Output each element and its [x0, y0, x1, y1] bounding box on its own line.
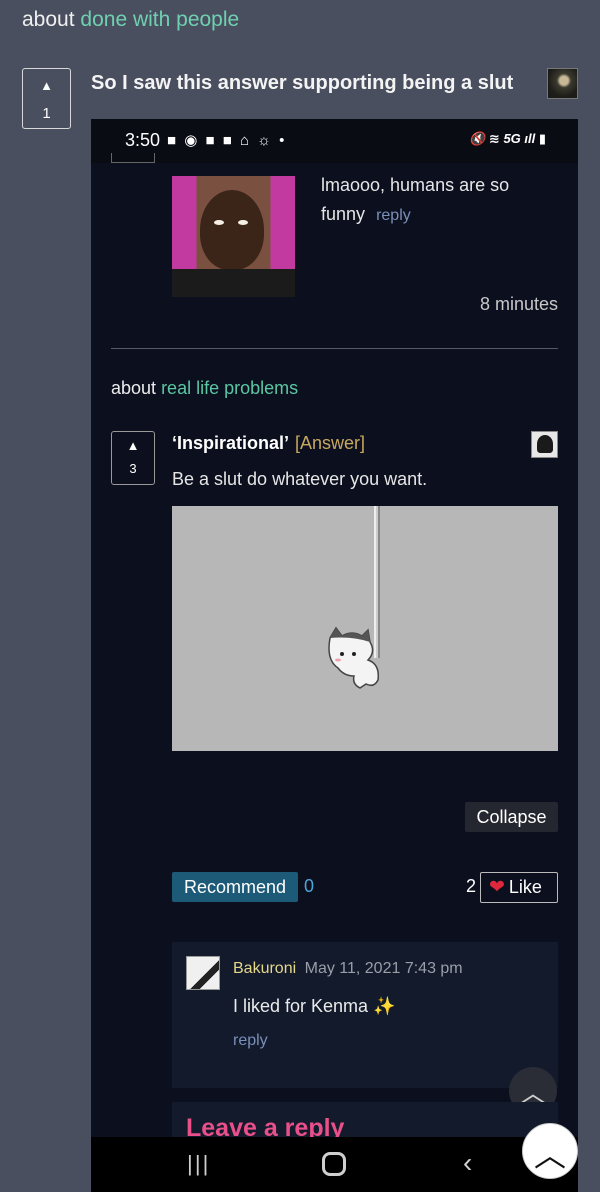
comment-reply-link[interactable]: reply — [376, 207, 411, 224]
divider — [111, 348, 558, 349]
like-label: Like — [508, 877, 542, 897]
meme-eye — [214, 220, 224, 225]
post-vote-box[interactable]: ▲ 1 — [22, 68, 71, 129]
network-label: 5G — [503, 131, 521, 146]
meme-image — [172, 176, 295, 297]
upvote-icon[interactable]: ▲ — [23, 78, 70, 93]
answer-author-avatar[interactable] — [531, 431, 558, 458]
recent-apps-icon[interactable]: | | | — [187, 1151, 208, 1177]
avatar-hair — [537, 435, 553, 453]
answer-topic-link[interactable]: real life problems — [161, 378, 298, 398]
signal-icons: 🔇 ≋ 5G ıll ▮ — [469, 131, 546, 146]
recommend-button[interactable]: Recommend — [172, 872, 298, 902]
notification-icons: ■ ◉ ■ ■ ⌂ ☼ • — [167, 132, 287, 149]
meme-face — [200, 190, 264, 270]
status-bar: 3:50 ■ ◉ ■ ■ ⌂ ☼ • 🔇 ≋ 5G ıll ▮ — [91, 119, 578, 163]
answer-title-text: ‘Inspirational’ — [172, 433, 290, 453]
answer-gif — [172, 506, 558, 751]
answer-vote-box[interactable]: ▲ 3 — [111, 431, 155, 485]
comment-text: lmaooo, humans are so funny reply — [321, 171, 541, 230]
collapse-button[interactable]: Collapse — [465, 802, 558, 832]
topic-line: about done with people — [22, 8, 239, 32]
reply-body: I liked for Kenma — [233, 996, 369, 1016]
meme-eye — [238, 220, 248, 225]
answer-body: Be a slut do whatever you want. — [172, 469, 428, 489]
reply-card: Bakuroni May 11, 2021 7:43 pm I liked fo… — [172, 942, 558, 1088]
scroll-to-top-icon[interactable]: ︿ — [522, 1123, 578, 1179]
author-avatar[interactable] — [547, 68, 578, 99]
meme-shirt — [172, 269, 295, 297]
post-vote-count: 1 — [42, 105, 51, 122]
reply-author-avatar[interactable] — [186, 956, 220, 990]
comment-time: 8 minutes — [479, 294, 558, 314]
heart-icon: ❤ — [489, 877, 505, 898]
reply-author[interactable]: Bakuroni — [233, 960, 296, 977]
reply-text: I liked for Kenma ✨ — [233, 996, 396, 1017]
sparkles-icon: ✨ — [373, 996, 396, 1016]
topic-link[interactable]: done with people — [80, 8, 239, 31]
cat-drawing-icon — [328, 626, 380, 689]
status-time: 3:50 — [125, 130, 161, 150]
home-icon[interactable] — [322, 1152, 346, 1176]
android-nav-bar: | | | ‹ — [91, 1137, 578, 1192]
answer-title[interactable]: ‘Inspirational’ [Answer] — [172, 433, 365, 454]
post-title[interactable]: So I saw this answer supporting being a … — [91, 72, 513, 95]
upvote-icon[interactable]: ▲ — [112, 438, 154, 453]
clipped-vote-box — [111, 153, 155, 163]
answer-topic-prefix: about — [111, 378, 157, 398]
answer-topic-line: about real life problems — [111, 378, 298, 399]
reply-meta: Bakuroni May 11, 2021 7:43 pm — [233, 960, 463, 978]
like-button[interactable]: ❤ Like — [480, 872, 558, 903]
recommend-count: 0 — [304, 876, 315, 896]
answer-vote-count: 3 — [129, 461, 137, 476]
back-icon[interactable]: ‹ — [463, 1147, 472, 1179]
phone-screenshot: 3:50 ■ ◉ ■ ■ ⌂ ☼ • 🔇 ≋ 5G ıll ▮ lmaooo, … — [91, 119, 578, 1192]
comment-body: lmaooo, humans are so funny — [321, 175, 510, 224]
topic-prefix: about — [22, 8, 75, 31]
answer-tag: [Answer] — [295, 433, 366, 453]
like-count: 2 — [466, 876, 477, 896]
reply-reply-link[interactable]: reply — [233, 1032, 268, 1050]
reply-date: May 11, 2021 7:43 pm — [304, 960, 463, 977]
